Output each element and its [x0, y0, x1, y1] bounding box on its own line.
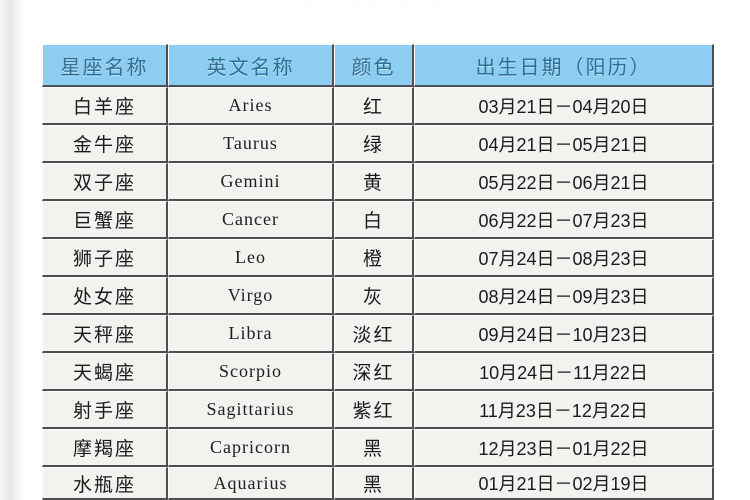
cell-name-en: Taurus [168, 125, 334, 163]
cell-name-en: Scorpio [168, 353, 334, 391]
cell-name-cn: 白羊座 [42, 87, 168, 125]
cell-date: 10月24日－11月22日 [414, 353, 714, 391]
column-header-name-cn: 星座名称 [42, 44, 168, 87]
cell-name-cn: 天蝎座 [42, 353, 168, 391]
cell-color: 橙 [334, 239, 414, 277]
cell-name-cn: 摩羯座 [42, 429, 168, 467]
cell-color: 淡红 [334, 315, 414, 353]
table-row: 巨蟹座 Cancer 白 06月22日－07月23日 [42, 201, 714, 239]
table-row: 摩羯座 Capricorn 黑 12月23日－01月22日 [42, 429, 714, 467]
cell-name-cn: 天秤座 [42, 315, 168, 353]
cell-color: 灰 [334, 277, 414, 315]
top-clipped-text-remnant: · · · · · · · · · · [286, 0, 446, 9]
table-row: 金牛座 Taurus 绿 04月21日－05月21日 [42, 125, 714, 163]
cell-name-cn: 射手座 [42, 391, 168, 429]
cell-name-en: Libra [168, 315, 334, 353]
cell-color: 白 [334, 201, 414, 239]
table-row: 双子座 Gemini 黄 05月22日－06月21日 [42, 163, 714, 201]
cell-name-en: Gemini [168, 163, 334, 201]
cell-date: 01月21日－02月19日 [414, 467, 714, 500]
cell-date: 12月23日－01月22日 [414, 429, 714, 467]
cell-color: 紫红 [334, 391, 414, 429]
left-margin-strip [0, 0, 26, 500]
cell-date: 09月24日－10月23日 [414, 315, 714, 353]
table-row: 处女座 Virgo 灰 08月24日－09月23日 [42, 277, 714, 315]
zodiac-reference-table: 星座名称 英文名称 颜色 出生日期（阳历） 白羊座 Aries 红 03月21日－04月20… [42, 44, 714, 500]
cell-name-en: Aquarius [168, 467, 334, 500]
cell-name-cn: 狮子座 [42, 239, 168, 277]
cell-name-en: Sagittarius [168, 391, 334, 429]
cell-date: 08月24日－09月23日 [414, 277, 714, 315]
cell-name-en: Cancer [168, 201, 334, 239]
cell-name-cn: 处女座 [42, 277, 168, 315]
table-row: 水瓶座 Aquarius 黑 01月21日－02月19日 [42, 467, 714, 500]
cell-name-en: Leo [168, 239, 334, 277]
cell-name-en: Capricorn [168, 429, 334, 467]
cell-name-cn: 水瓶座 [42, 467, 168, 500]
cell-date: 04月21日－05月21日 [414, 125, 714, 163]
cell-name-cn: 双子座 [42, 163, 168, 201]
column-header-date: 出生日期（阳历） [414, 44, 714, 87]
cell-color: 黑 [334, 467, 414, 500]
cell-color: 深红 [334, 353, 414, 391]
column-header-name-en: 英文名称 [168, 44, 334, 87]
table-body: 白羊座 Aries 红 03月21日－04月20日 金牛座 Taurus 绿 04月21日－0… [42, 87, 714, 500]
zodiac-table-container: 星座名称 英文名称 颜色 出生日期（阳历） 白羊座 Aries 红 03月21日－04月20… [42, 44, 714, 500]
column-header-color: 颜色 [334, 44, 414, 87]
cell-date: 11月23日－12月22日 [414, 391, 714, 429]
table-row: 射手座 Sagittarius 紫红 11月23日－12月22日 [42, 391, 714, 429]
cell-color: 红 [334, 87, 414, 125]
table-row: 天秤座 Libra 淡红 09月24日－10月23日 [42, 315, 714, 353]
table-row: 狮子座 Leo 橙 07月24日－08月23日 [42, 239, 714, 277]
cell-name-en: Aries [168, 87, 334, 125]
cell-color: 黑 [334, 429, 414, 467]
cell-date: 06月22日－07月23日 [414, 201, 714, 239]
cell-name-en: Virgo [168, 277, 334, 315]
table-row: 白羊座 Aries 红 03月21日－04月20日 [42, 87, 714, 125]
table-header-row: 星座名称 英文名称 颜色 出生日期（阳历） [42, 44, 714, 87]
cell-date: 05月22日－06月21日 [414, 163, 714, 201]
cell-name-cn: 巨蟹座 [42, 201, 168, 239]
cell-name-cn: 金牛座 [42, 125, 168, 163]
cell-color: 绿 [334, 125, 414, 163]
table-row: 天蝎座 Scorpio 深红 10月24日－11月22日 [42, 353, 714, 391]
cell-date: 03月21日－04月20日 [414, 87, 714, 125]
cell-color: 黄 [334, 163, 414, 201]
cell-date: 07月24日－08月23日 [414, 239, 714, 277]
